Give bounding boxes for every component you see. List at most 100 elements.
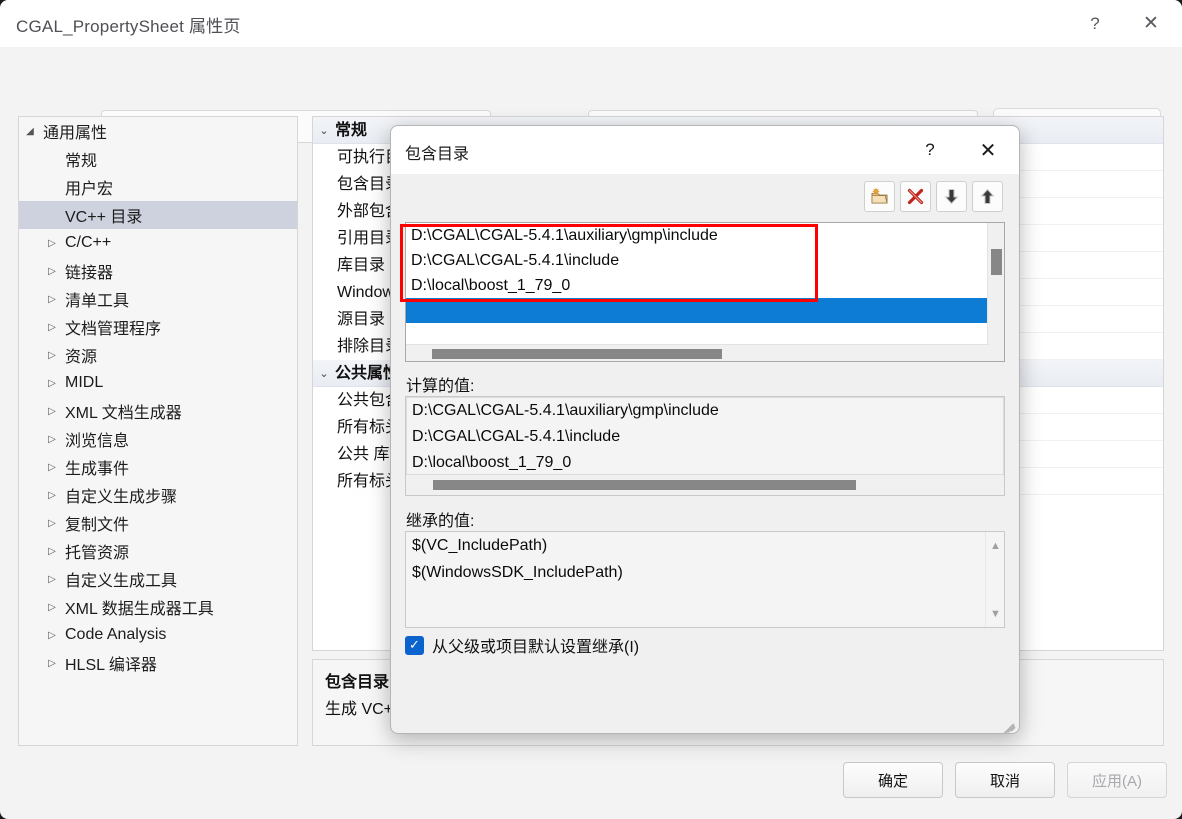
chevron-right-icon[interactable]: ▷ [41,602,63,613]
tree-item-label: 自定义生成步骤 [65,489,178,506]
tree-item[interactable]: ▷ Code Analysis [19,621,297,649]
tree-item-label: MIDL [65,374,104,391]
tree-item-label: 自定义生成工具 [65,573,178,590]
tree-item-label: 复制文件 [65,517,130,534]
tree-item[interactable]: ▷ 链接器 [19,257,297,285]
tree-item[interactable]: ▷ 自定义生成步骤 [19,481,297,509]
chevron-right-icon[interactable]: ▷ [41,266,63,277]
evaluated-horizontal-scroll-thumb[interactable] [433,480,856,490]
inherited-value-label: 继承的值: [406,513,475,530]
chevron-right-icon[interactable]: ▷ [41,490,63,501]
chevron-right-icon[interactable]: ▷ [41,434,63,445]
tree-item-label: HLSL 编译器 [65,657,157,674]
evaluated-value-row: D:\CGAL\CGAL-5.4.1\auxiliary\gmp\include [412,402,719,419]
tree-item[interactable]: ▷ 生成事件 [19,453,297,481]
ok-button[interactable]: 确定 [843,762,943,798]
chevron-right-icon[interactable]: ▷ [41,238,63,249]
list-vertical-scroll-thumb[interactable] [991,249,1002,275]
list-vertical-scrollbar[interactable] [987,223,1004,361]
tree-item-label: 资源 [65,349,98,366]
directory-list-item[interactable]: D:\CGAL\CGAL-5.4.1\include [406,248,1004,273]
tree-item-label: 清单工具 [65,293,130,310]
list-horizontal-scrollbar[interactable] [406,344,989,361]
close-icon[interactable]: ✕ [1128,0,1174,47]
evaluated-value-row: D:\local\boost_1_79_0 [412,454,572,471]
chevron-right-icon[interactable]: ▷ [41,574,63,585]
tree-item[interactable]: ▷ 浏览信息 [19,425,297,453]
tree-item-label: XML 数据生成器工具 [65,601,214,618]
tree-item[interactable]: ◢ 通用属性 [19,117,297,145]
inherit-checkbox[interactable]: ✓ [405,635,424,655]
directories-list[interactable]: D:\CGAL\CGAL-5.4.1\auxiliary\gmp\include… [405,222,1005,362]
scroll-down-icon[interactable]: ▼ [986,604,1004,623]
help-icon[interactable]: ? [1072,0,1118,47]
tree-item[interactable]: ▷ 文档管理程序 [19,313,297,341]
chevron-right-icon[interactable]: ▷ [41,462,63,473]
dialog-help-icon[interactable]: ? [907,126,953,174]
dialog-title-bar: 包含目录 ? ✕ [391,126,1019,174]
property-tree[interactable]: ◢ 通用属性 常规 用户宏 VC++ 目录 ▷ C/C++ ▷ 链接器 ▷ 清单工具 ▷ 文档管理程序 ▷… [18,116,298,746]
evaluated-value-rows: D:\CGAL\CGAL-5.4.1\auxiliary\gmp\include… [406,397,1004,475]
list-horizontal-scroll-thumb[interactable] [432,349,722,359]
dialog-title: 包含目录 [405,146,470,163]
tree-item[interactable]: ▷ XML 文档生成器 [19,397,297,425]
chevron-right-icon[interactable]: ▷ [41,518,63,529]
tree-item[interactable]: ▷ C/C++ [19,229,297,257]
inherited-vertical-scrollbar[interactable]: ▲ ▼ [985,532,1004,627]
resize-grip[interactable] [1002,716,1016,733]
chevron-right-icon[interactable]: ▷ [41,406,63,417]
chevron-right-icon[interactable]: ▷ [41,378,63,389]
tree-item-label: 生成事件 [65,461,130,478]
dialog-close-icon[interactable]: ✕ [965,126,1011,174]
inherited-value-row: $(WindowsSDK_IncludePath) [412,564,623,581]
tree-item[interactable]: ▷ 清单工具 [19,285,297,313]
tree-item-label: 链接器 [65,265,114,282]
tree-item-label: 浏览信息 [65,433,130,450]
tree-item-label: XML 文档生成器 [65,405,182,422]
configuration-bar: 配置(C): 不适用 ⌄ 平台(P): 不适用 ⌄ 配置管理器(O)... [0,47,1182,145]
window-title-bar: CGAL_PropertySheet 属性页 ? ✕ [0,0,1182,47]
evaluated-value-row: D:\CGAL\CGAL-5.4.1\include [412,428,621,445]
chevron-right-icon[interactable]: ▷ [41,322,63,333]
directories-list-rows[interactable]: D:\CGAL\CGAL-5.4.1\auxiliary\gmp\include… [406,223,1004,323]
apply-button[interactable]: 应用(A) [1067,762,1167,798]
dialog-toolbar [391,174,1019,219]
tree-item-label: Code Analysis [65,626,167,643]
tree-item[interactable]: ▷ 资源 [19,341,297,369]
scroll-up-icon[interactable]: ▲ [986,536,1004,555]
cancel-button[interactable]: 取消 [955,762,1055,798]
chevron-right-icon[interactable]: ▷ [41,658,63,669]
tree-item-label: 托管资源 [65,545,130,562]
property-pages-window: CGAL_PropertySheet 属性页 ? ✕ 配置(C): 不适用 ⌄ … [0,0,1182,819]
chevron-right-icon[interactable]: ▷ [41,350,63,361]
directory-list-item[interactable]: D:\CGAL\CGAL-5.4.1\auxiliary\gmp\include [406,223,1004,248]
evaluated-value-panel: D:\CGAL\CGAL-5.4.1\auxiliary\gmp\include… [405,396,1005,496]
chevron-expanded-icon[interactable]: ◢ [19,126,41,137]
directory-list-item[interactable] [406,298,1004,323]
tree-item-label: VC++ 目录 [65,209,143,226]
evaluated-horizontal-scrollbar[interactable] [406,475,1004,495]
delete-icon[interactable] [900,181,931,212]
tree-item[interactable]: ▷ 自定义生成工具 [19,565,297,593]
chevron-down-icon[interactable]: ⌄ [313,124,335,137]
tree-item[interactable]: ▷ 托管资源 [19,537,297,565]
chevron-right-icon[interactable]: ▷ [41,546,63,557]
directory-list-item[interactable]: D:\local\boost_1_79_0 [406,273,1004,298]
tree-item[interactable]: VC++ 目录 [19,201,297,229]
move-up-icon[interactable] [972,181,1003,212]
inherited-value-panel: $(VC_IncludePath) $(WindowsSDK_IncludePat… [405,531,1005,628]
inherit-checkbox-label: 从父级或项目默认设置继承(I) [432,639,640,656]
new-folder-icon[interactable] [864,181,895,212]
tree-item[interactable]: ▷ MIDL [19,369,297,397]
inherit-checkbox-row[interactable]: ✓ 从父级或项目默认设置继承(I) [405,633,639,657]
evaluated-value-label: 计算的值: [406,378,475,395]
chevron-down-icon[interactable]: ⌄ [313,367,335,380]
tree-item[interactable]: 常规 [19,145,297,173]
chevron-right-icon[interactable]: ▷ [41,294,63,305]
tree-item[interactable]: 用户宏 [19,173,297,201]
tree-item[interactable]: ▷ HLSL 编译器 [19,649,297,677]
chevron-right-icon[interactable]: ▷ [41,630,63,641]
tree-item[interactable]: ▷ XML 数据生成器工具 [19,593,297,621]
tree-item[interactable]: ▷ 复制文件 [19,509,297,537]
move-down-icon[interactable] [936,181,967,212]
